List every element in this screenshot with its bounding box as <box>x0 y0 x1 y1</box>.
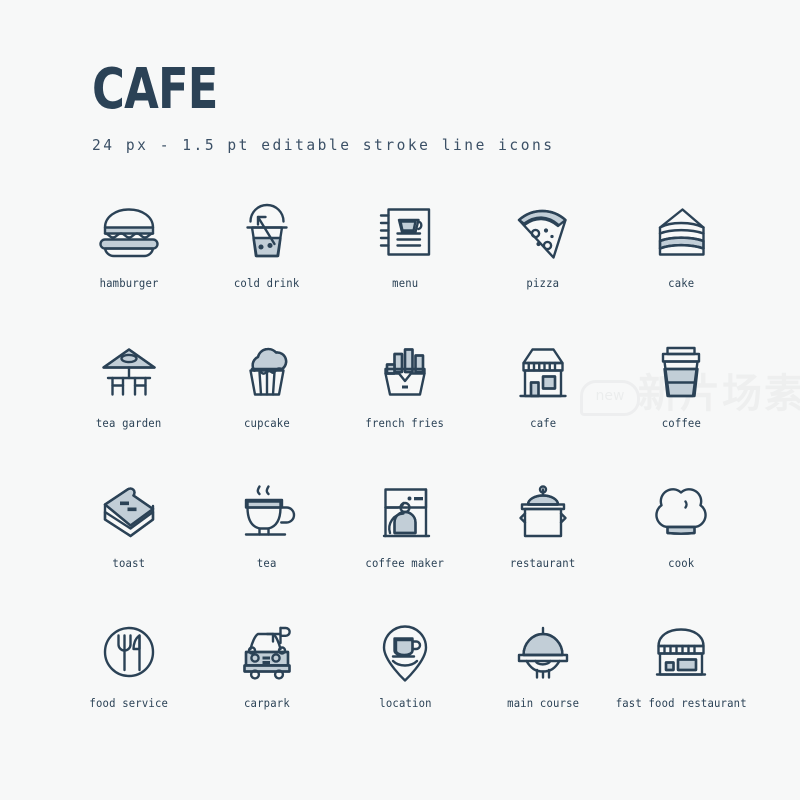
icon-cell-menu[interactable]: menu <box>336 196 474 336</box>
icon-label: cook <box>667 556 695 570</box>
icon-label: cake <box>667 276 695 290</box>
cupcake-icon[interactable] <box>231 336 303 408</box>
icon-label: menu <box>391 276 419 290</box>
fast-food-restaurant-icon[interactable] <box>645 616 717 688</box>
restaurant-icon[interactable] <box>507 476 579 548</box>
location-icon[interactable] <box>369 616 441 688</box>
carpark-icon[interactable] <box>231 616 303 688</box>
icon-cell-restaurant[interactable]: restaurant <box>474 476 612 616</box>
page-subtitle: 24 px - 1.5 pt editable stroke line icon… <box>92 136 555 154</box>
icon-label: toast <box>112 556 146 570</box>
hamburger-icon[interactable] <box>93 196 165 268</box>
icon-label: tea <box>257 556 277 570</box>
icon-cell-french-fries[interactable]: french fries <box>336 336 474 476</box>
tea-icon[interactable] <box>231 476 303 548</box>
icon-label: tea garden <box>96 416 162 430</box>
icon-label: main course <box>506 696 580 710</box>
icon-label: cafe <box>529 416 557 430</box>
icon-set-page: new 新片场素材 CAFE 24 px - 1.5 pt editable s… <box>0 0 800 800</box>
icon-label: hamburger <box>99 276 159 290</box>
coffee-icon[interactable] <box>645 336 717 408</box>
icon-cell-hamburger[interactable]: hamburger <box>60 196 198 336</box>
coffee-maker-icon[interactable] <box>369 476 441 548</box>
icon-cell-cook[interactable]: cook <box>612 476 750 616</box>
icon-cell-cake[interactable]: cake <box>612 196 750 336</box>
icon-label: french fries <box>365 416 445 430</box>
icon-cell-pizza[interactable]: pizza <box>474 196 612 336</box>
cold-drink-icon[interactable] <box>231 196 303 268</box>
icon-row: tea garden cupcake french fries cafe cof… <box>60 336 750 476</box>
icon-cell-cafe[interactable]: cafe <box>474 336 612 476</box>
icon-label: pizza <box>526 276 560 290</box>
icon-label: cold drink <box>234 276 300 290</box>
icon-cell-location[interactable]: location <box>336 616 474 756</box>
cake-icon[interactable] <box>645 196 717 268</box>
icon-cell-coffee-maker[interactable]: coffee maker <box>336 476 474 616</box>
icon-label: coffee maker <box>365 556 445 570</box>
icon-row: hamburger cold drink menu pizza cake <box>60 196 750 336</box>
cook-icon[interactable] <box>645 476 717 548</box>
icon-label: carpark <box>244 696 290 710</box>
main-course-icon[interactable] <box>507 616 579 688</box>
icon-cell-tea-garden[interactable]: tea garden <box>60 336 198 476</box>
icon-label: fast food restaurant <box>615 696 747 710</box>
icon-label: coffee <box>661 416 701 430</box>
header: CAFE 24 px - 1.5 pt editable stroke line… <box>92 57 569 155</box>
pizza-icon[interactable] <box>507 196 579 268</box>
menu-icon[interactable] <box>369 196 441 268</box>
icon-grid: hamburger cold drink menu pizza cake tea… <box>60 196 750 756</box>
icon-label: cupcake <box>244 416 290 430</box>
page-title: CAFE <box>92 57 218 122</box>
icon-cell-carpark[interactable]: carpark <box>198 616 336 756</box>
icon-cell-coffee[interactable]: coffee <box>612 336 750 476</box>
icon-label: location <box>378 696 432 710</box>
icon-label: food service <box>89 696 169 710</box>
tea-garden-icon[interactable] <box>93 336 165 408</box>
icon-cell-toast[interactable]: toast <box>60 476 198 616</box>
food-service-icon[interactable] <box>93 616 165 688</box>
toast-icon[interactable] <box>93 476 165 548</box>
cafe-icon[interactable] <box>507 336 579 408</box>
icon-cell-cold-drink[interactable]: cold drink <box>198 196 336 336</box>
icon-cell-cupcake[interactable]: cupcake <box>198 336 336 476</box>
icon-cell-main-course[interactable]: main course <box>474 616 612 756</box>
icon-cell-fast-food-restaurant[interactable]: fast food restaurant <box>612 616 750 756</box>
icon-row: food service carpark location main cours… <box>60 616 750 756</box>
icon-cell-food-service[interactable]: food service <box>60 616 198 756</box>
french-fries-icon[interactable] <box>369 336 441 408</box>
icon-row: toast tea coffee maker restaurant cook <box>60 476 750 616</box>
icon-label: restaurant <box>510 556 576 570</box>
icon-cell-tea[interactable]: tea <box>198 476 336 616</box>
